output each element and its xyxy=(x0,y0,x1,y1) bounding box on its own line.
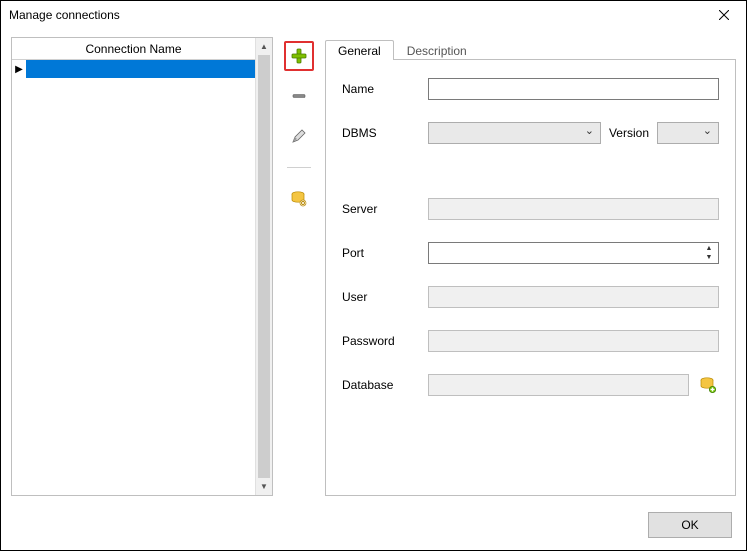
connection-list[interactable]: Connection Name ▶ xyxy=(12,38,255,495)
database-link-icon xyxy=(290,190,308,208)
manage-connections-window: Manage connections Connection Name ▶ ▲ xyxy=(0,0,747,551)
user-input[interactable] xyxy=(428,286,719,308)
minus-icon xyxy=(291,88,307,104)
link-database-button[interactable] xyxy=(284,184,314,214)
tool-column xyxy=(279,37,319,496)
name-label: Name xyxy=(342,82,428,96)
pencil-icon xyxy=(291,128,307,144)
tab-general[interactable]: General xyxy=(325,40,394,60)
form-panel: General Description Name DBMS Version xyxy=(325,37,736,496)
edit-connection-button[interactable] xyxy=(284,121,314,151)
ok-button[interactable]: OK xyxy=(648,512,732,538)
titlebar: Manage connections xyxy=(1,1,746,29)
connection-list-panel: Connection Name ▶ ▲ ▼ xyxy=(11,37,273,496)
password-input[interactable] xyxy=(428,330,719,352)
close-button[interactable] xyxy=(710,5,738,25)
list-scrollbar[interactable]: ▲ ▼ xyxy=(255,38,272,495)
tabpage-general: Name DBMS Version Server xyxy=(325,59,736,496)
scroll-track[interactable] xyxy=(256,55,272,478)
scroll-thumb[interactable] xyxy=(258,55,270,478)
scroll-down-button[interactable]: ▼ xyxy=(256,478,272,495)
database-label: Database xyxy=(342,378,428,392)
dbms-label: DBMS xyxy=(342,126,428,140)
database-add-icon xyxy=(699,376,717,394)
add-connection-button[interactable] xyxy=(284,41,314,71)
scroll-up-button[interactable]: ▲ xyxy=(256,38,272,55)
port-input[interactable]: ▲ ▼ xyxy=(428,242,719,264)
connection-list-header[interactable]: Connection Name xyxy=(12,38,255,60)
server-label: Server xyxy=(342,202,428,216)
connection-name-cell[interactable] xyxy=(26,60,255,78)
tabstrip: General Description xyxy=(325,37,736,59)
window-title: Manage connections xyxy=(9,8,120,22)
remove-connection-button[interactable] xyxy=(284,81,314,111)
name-input[interactable] xyxy=(428,78,719,100)
browse-database-button[interactable] xyxy=(697,374,719,396)
port-spin-down[interactable]: ▼ xyxy=(701,253,717,262)
port-label: Port xyxy=(342,246,428,260)
row-indicator-icon: ▶ xyxy=(12,60,26,78)
content-area: Connection Name ▶ ▲ ▼ xyxy=(11,37,736,496)
port-spin-up[interactable]: ▲ xyxy=(701,244,717,253)
database-input[interactable] xyxy=(428,374,689,396)
server-input[interactable] xyxy=(428,198,719,220)
tab-description[interactable]: Description xyxy=(394,40,480,60)
connection-list-body: ▶ xyxy=(12,60,255,495)
plus-icon xyxy=(291,48,307,64)
list-item[interactable]: ▶ xyxy=(12,60,255,78)
tool-separator xyxy=(287,167,311,168)
user-label: User xyxy=(342,290,428,304)
dbms-select[interactable] xyxy=(428,122,601,144)
dialog-footer: OK xyxy=(648,512,732,538)
close-icon xyxy=(719,10,729,20)
version-label: Version xyxy=(609,126,649,140)
version-select[interactable] xyxy=(657,122,719,144)
password-label: Password xyxy=(342,334,428,348)
